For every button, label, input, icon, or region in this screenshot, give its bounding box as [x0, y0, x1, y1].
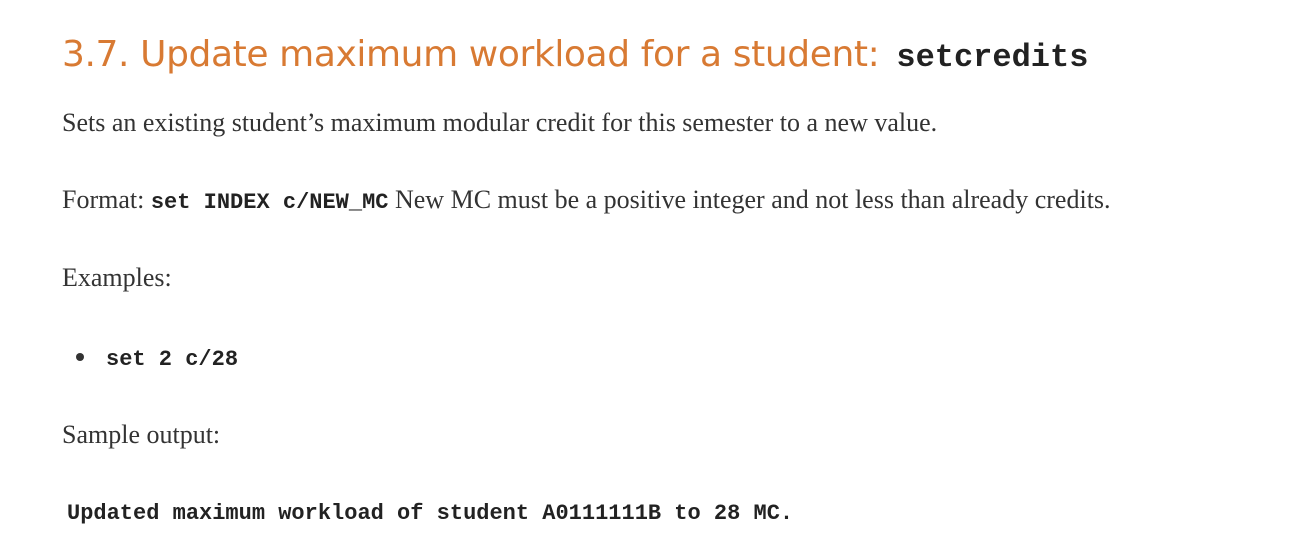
section-heading: 3.7. Update maximum workload for a stude… [62, 30, 1088, 83]
sample-output-code: Updated maximum workload of student A011… [67, 501, 794, 526]
bullet-icon [76, 353, 84, 362]
examples-list: set 2 c/28 [76, 340, 238, 377]
section-title: Update maximum workload for a student: [140, 34, 880, 75]
section-number: 3.7. [62, 34, 130, 75]
format-paragraph: Format: set INDEX c/NEW_MC New MC must b… [62, 183, 1111, 220]
command-name: setcredits [896, 39, 1089, 76]
description-paragraph: Sets an existing student’s maximum modul… [62, 108, 938, 137]
examples-label: Examples: [62, 263, 172, 292]
example-command: set 2 c/28 [106, 347, 239, 372]
format-syntax: set INDEX c/NEW_MC [150, 190, 389, 215]
sample-output-label: Sample output: [62, 420, 221, 449]
format-note: New MC must be a positive integer and no… [394, 185, 1111, 214]
format-label: Format: [62, 185, 145, 214]
list-item: set 2 c/28 [76, 340, 238, 377]
